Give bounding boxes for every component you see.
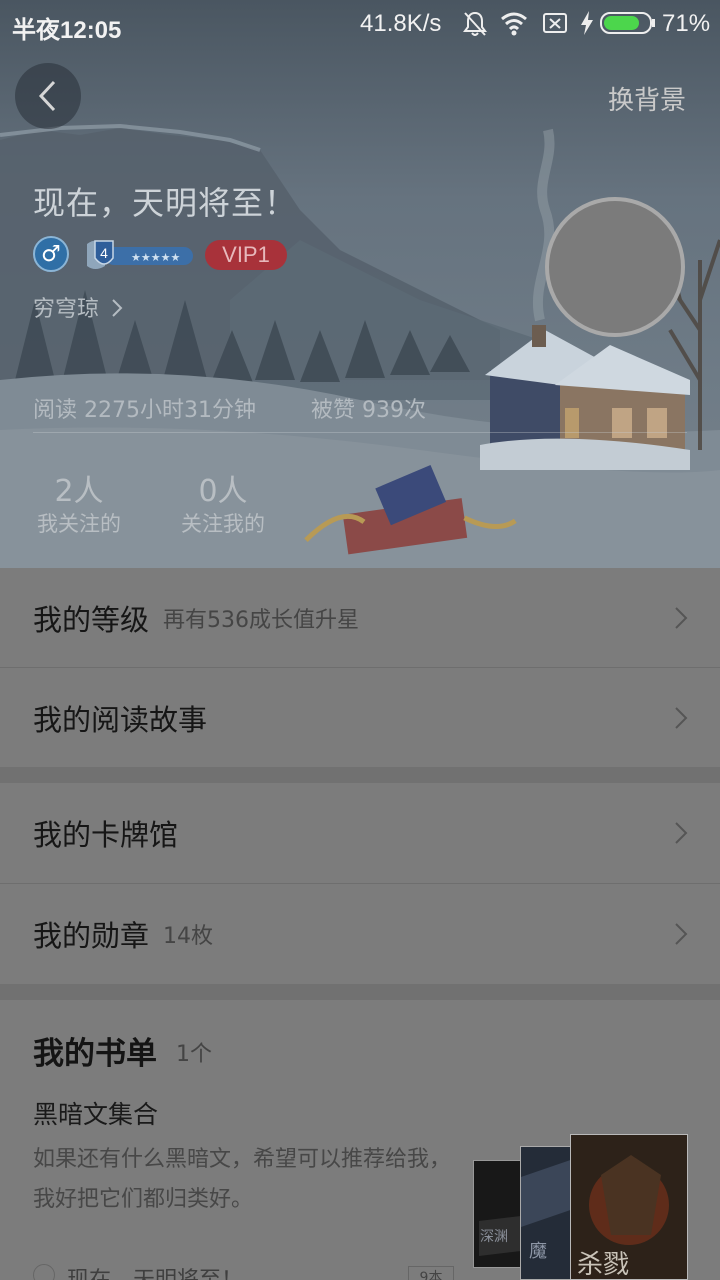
section-gap: [0, 767, 720, 783]
booklist-author: 现在，天明将至！ 9本: [33, 1262, 463, 1280]
status-bar: 半夜12:05 41.8K/s 71%: [0, 0, 720, 50]
followers-label: 关注我的: [181, 512, 265, 536]
author-avatar: [33, 1264, 55, 1280]
avatar[interactable]: [545, 197, 685, 337]
vip-badge[interactable]: VIP1: [205, 240, 287, 270]
menu-item-label: 我的阅读故事: [33, 703, 208, 737]
chevron-right-icon: [675, 707, 688, 729]
chevron-right-icon: [675, 607, 688, 629]
reading-time-stat: 阅读 2275小时31分钟: [33, 398, 256, 423]
followers-count: 0人: [198, 474, 248, 509]
menu-item-level[interactable]: 我的等级 再有536成长值升星: [0, 568, 720, 668]
menu-item-sub: 14枚: [163, 924, 214, 949]
change-background-button[interactable]: 换背景: [608, 80, 686, 117]
book-cover: 深渊: [473, 1160, 525, 1268]
menu-item-medals[interactable]: 我的勋章 14枚: [0, 884, 720, 984]
sim-off-icon: [543, 13, 567, 33]
battery-icon: [600, 12, 655, 34]
level-badge[interactable]: ★★★★★ 4: [83, 238, 195, 272]
booklist-count: 1个: [176, 1042, 212, 1067]
user-nickname: 现在，天明将至！: [33, 184, 298, 222]
wifi-icon: [501, 12, 527, 36]
charging-icon: [581, 11, 593, 35]
following-count: 2人: [54, 474, 104, 509]
battery-percent: 71%: [662, 10, 711, 37]
network-speed: 41.8K/s: [360, 10, 442, 37]
male-gender-icon: ♂: [33, 236, 69, 272]
menu-item-card-gallery[interactable]: 我的卡牌馆: [0, 783, 720, 883]
level-number: 4: [100, 245, 108, 261]
svg-text:杀戮: 杀戮: [577, 1250, 629, 1280]
menu-item-sub: 再有536成长值升星: [163, 608, 360, 633]
status-time: 半夜12:05: [12, 17, 122, 44]
author-name: 现在，天明将至！: [67, 1262, 243, 1280]
user-title-link[interactable]: 穷穹琼: [33, 291, 124, 323]
svg-text:魔: 魔: [529, 1241, 547, 1262]
booklist-name: 黑暗文集合: [33, 1100, 159, 1129]
menu-item-label: 我的等级: [33, 603, 150, 637]
book-cover: 杀戮: [570, 1134, 688, 1280]
booklist-title: 我的书单: [33, 1036, 157, 1072]
book-count-tag: 9本: [408, 1266, 454, 1280]
chevron-right-icon: [675, 923, 688, 945]
booklist-description: 如果还有什么黑暗文，希望可以推荐给我，我好把它们都归类好。: [33, 1147, 452, 1212]
user-stats: 阅读 2275小时31分钟 被赞 939次: [33, 392, 426, 424]
chevron-right-icon: [112, 299, 123, 317]
back-button[interactable]: [15, 63, 81, 129]
likes-stat: 被赞 939次: [311, 398, 426, 423]
mute-bell-icon: [463, 11, 487, 36]
header-divider: [33, 432, 687, 433]
back-arrow-icon: [38, 80, 56, 112]
menu-item-reading-story[interactable]: 我的阅读故事: [0, 668, 720, 768]
svg-text:★★★★★: ★★★★★: [131, 251, 180, 264]
followers-stat[interactable]: 0人 关注我的: [176, 466, 270, 538]
following-stat[interactable]: 2人 我关注的: [33, 466, 125, 538]
menu-item-label: 我的勋章: [33, 919, 150, 953]
following-label: 我关注的: [37, 512, 121, 536]
menu-item-label: 我的卡牌馆: [33, 818, 179, 852]
svg-text:深渊: 深渊: [480, 1229, 508, 1245]
chevron-right-icon: [675, 822, 688, 844]
section-gap: [0, 984, 720, 1000]
profile-header: 半夜12:05 41.8K/s 71% 换背景 现在，天明将至！ ♂ ★★★★★…: [0, 0, 720, 568]
user-title-label: 穷穹琼: [33, 297, 100, 322]
